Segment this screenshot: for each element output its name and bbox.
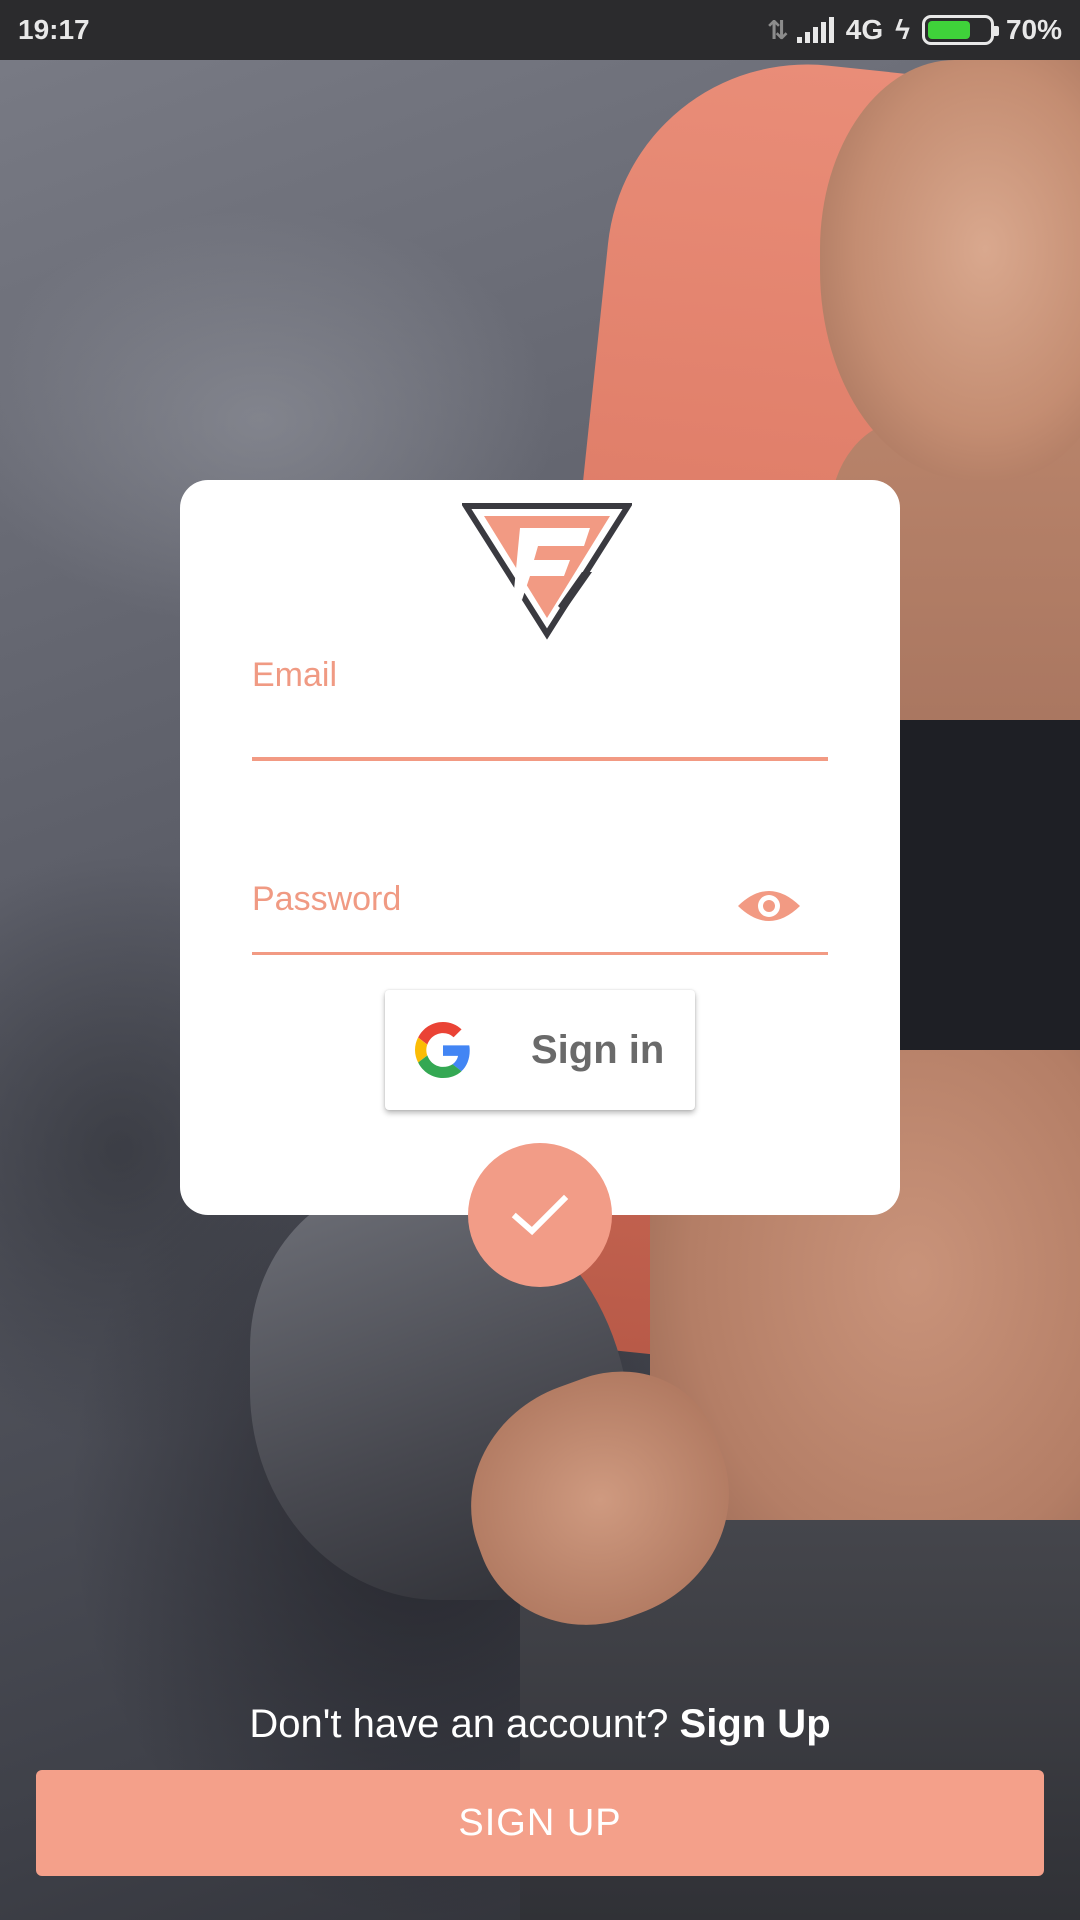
password-underline (252, 952, 828, 955)
battery-level-fill (927, 21, 970, 39)
charging-icon: ϟ (895, 14, 910, 45)
email-field[interactable]: Email (252, 656, 828, 761)
battery-percent: 70% (1005, 14, 1062, 45)
checkmark-icon (511, 1194, 569, 1236)
sports-top-shape (870, 720, 1080, 1100)
status-icons: ⇅ 4G ϟ 70% (767, 14, 1062, 46)
signup-button[interactable]: SIGN UP (36, 1770, 1044, 1876)
signup-prompt-text: Don't have an account? (249, 1702, 669, 1746)
password-input[interactable] (252, 899, 722, 947)
password-field[interactable]: Password (252, 880, 828, 955)
google-logo-icon (415, 1022, 470, 1078)
signup-link[interactable]: Sign Up (680, 1702, 831, 1746)
signal-icon (796, 17, 834, 43)
status-time: 19:17 (18, 14, 90, 45)
login-card: Email Password Sign in (180, 480, 900, 1215)
email-label: Email (252, 656, 338, 694)
email-underline (252, 757, 828, 761)
google-sign-in-label: Sign in (531, 1027, 665, 1072)
battery-icon (921, 15, 999, 45)
signup-prompt: Don't have an account? Sign Up (0, 1702, 1080, 1747)
email-input[interactable] (252, 705, 828, 753)
google-sign-in-button[interactable]: Sign in (385, 990, 695, 1110)
submit-login-button[interactable] (468, 1143, 612, 1287)
eye-icon[interactable] (736, 884, 802, 928)
status-bar: 19:17 ⇅ 4G ϟ 70% (0, 0, 1080, 60)
triangle-f-logo (462, 503, 632, 640)
data-arrows-icon: ⇅ (766, 14, 789, 45)
network-type: 4G (845, 14, 884, 45)
